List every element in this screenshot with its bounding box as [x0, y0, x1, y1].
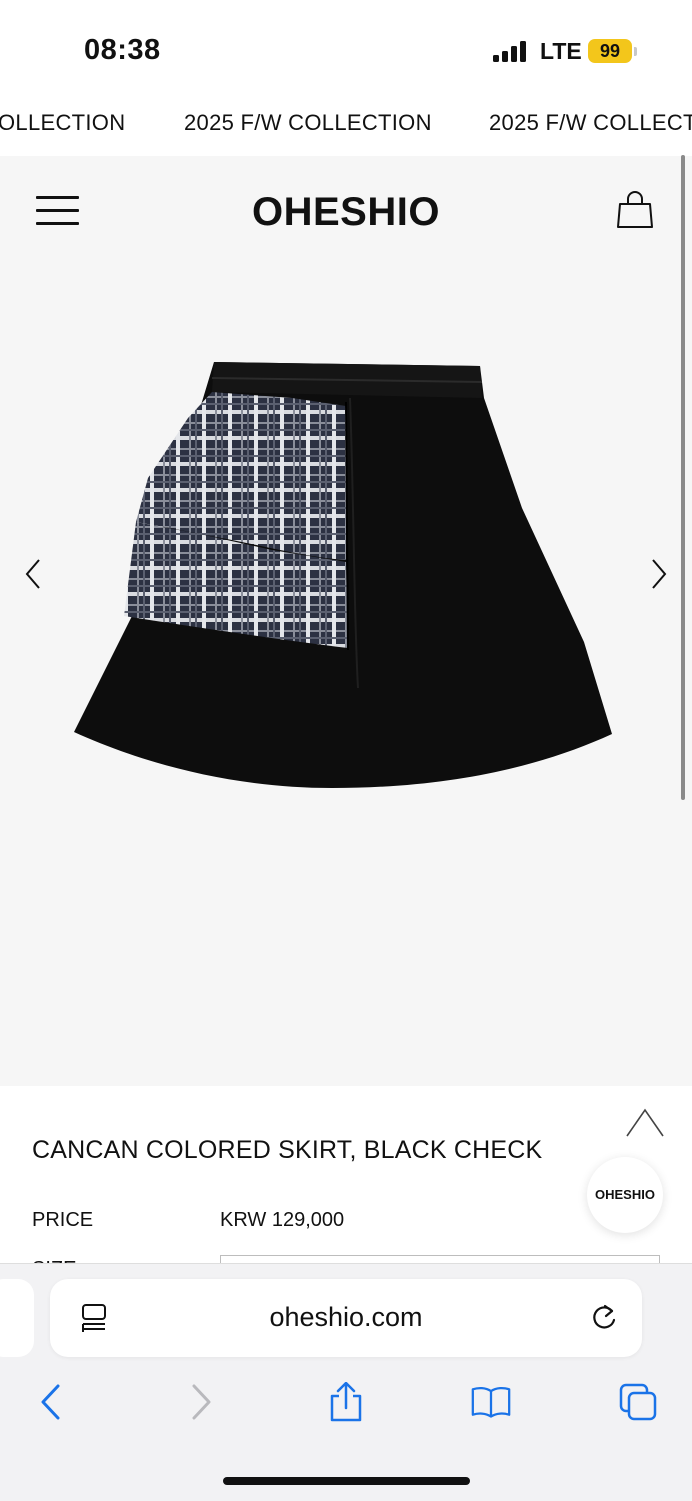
brand-chat-button[interactable]: OHESHIO — [587, 1157, 663, 1233]
page-scrollbar[interactable] — [681, 155, 685, 800]
chevron-up-icon[interactable] — [625, 1106, 665, 1138]
bookmarks-icon[interactable] — [471, 1382, 511, 1422]
previous-tab-card[interactable] — [0, 1279, 34, 1357]
home-indicator[interactable] — [223, 1477, 470, 1485]
battery-indicator: 99 — [588, 39, 632, 63]
shopping-bag-icon[interactable] — [614, 189, 656, 231]
forward-icon[interactable] — [181, 1382, 221, 1422]
signal-strength-icon — [493, 40, 529, 62]
reload-icon[interactable] — [589, 1302, 619, 1334]
site-logo[interactable]: OHESHIO — [0, 190, 692, 235]
network-type: LTE — [540, 38, 582, 64]
tabs-icon[interactable] — [618, 1382, 658, 1422]
marquee-item[interactable]: OLLECTION — [0, 110, 125, 136]
back-icon[interactable] — [31, 1382, 71, 1422]
price-label: PRICE — [32, 1209, 94, 1231]
product-image — [74, 362, 612, 788]
chevron-right-icon[interactable] — [648, 557, 670, 591]
url-text[interactable]: oheshio.com — [50, 1302, 642, 1333]
marquee-item[interactable]: 2025 F/W COLLECT — [489, 110, 692, 136]
status-time: 08:38 — [84, 34, 161, 66]
chevron-left-icon[interactable] — [22, 557, 44, 591]
share-icon[interactable] — [326, 1382, 366, 1422]
price-value: KRW 129,000 — [220, 1209, 345, 1231]
announcement-marquee[interactable]: OLLECTION 2025 F/W COLLECTION 2025 F/W C… — [0, 110, 692, 146]
product-title: CANCAN COLORED SKIRT, BLACK CHECK — [32, 1136, 543, 1164]
marquee-item[interactable]: 2025 F/W COLLECTION — [184, 110, 432, 136]
battery-nub-icon — [634, 47, 637, 56]
